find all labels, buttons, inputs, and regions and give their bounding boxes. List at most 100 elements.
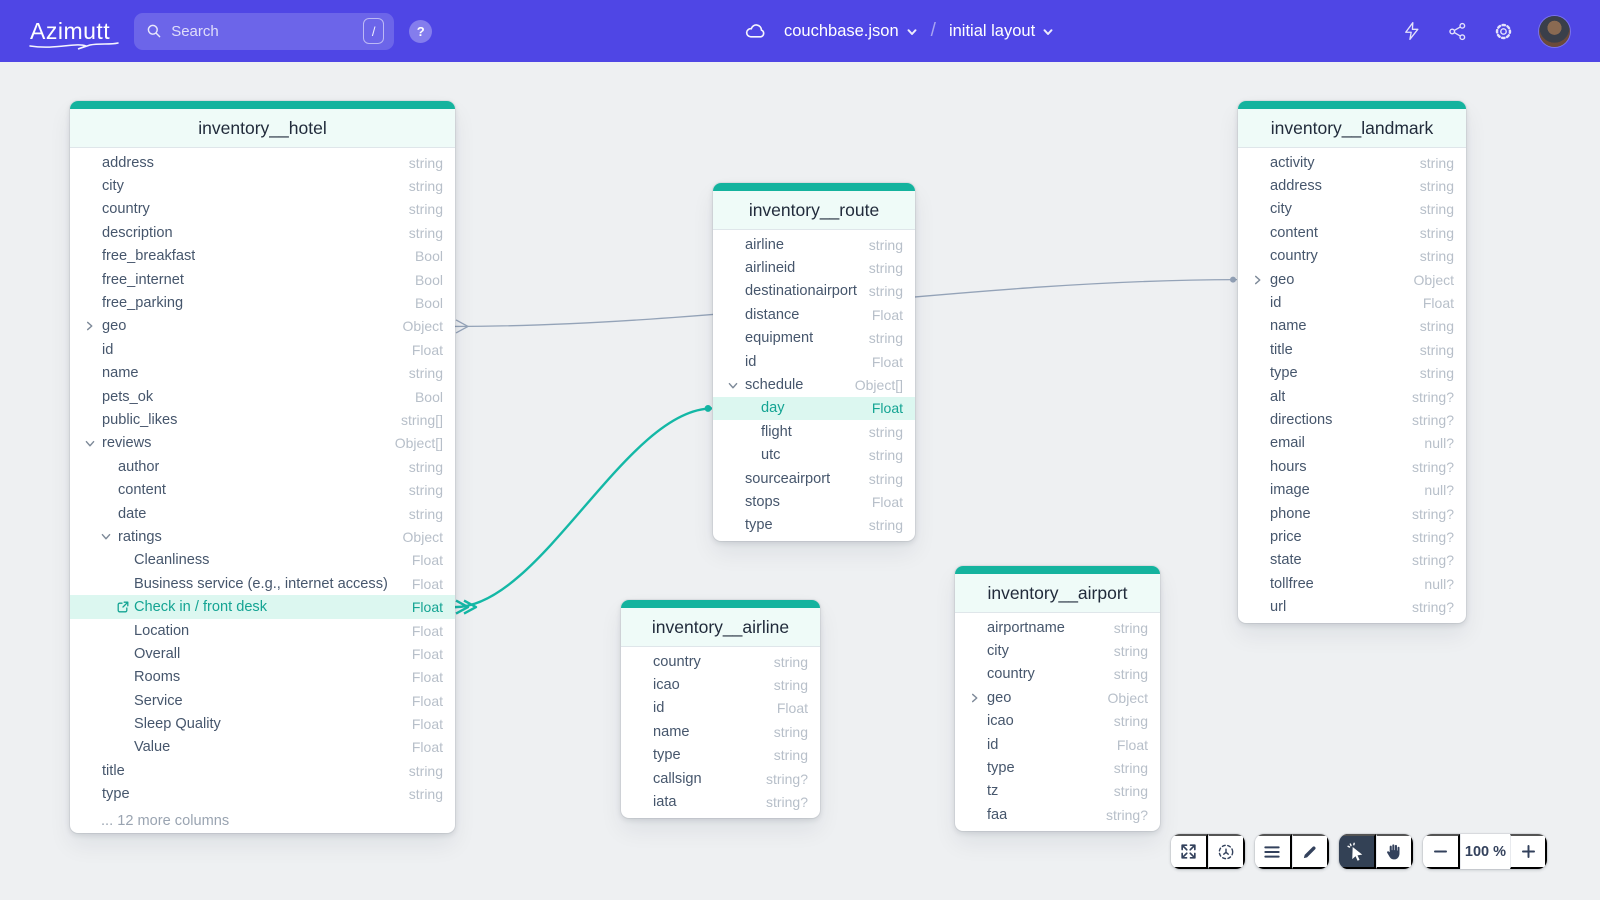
- table-column-row[interactable]: distance Float: [713, 303, 915, 326]
- table-card-inventory__airport[interactable]: inventory__airport airportname string ci…: [955, 566, 1160, 831]
- table-column-row[interactable]: city string: [1238, 198, 1466, 221]
- table-column-row[interactable]: country string: [621, 650, 820, 673]
- table-column-row[interactable]: Business service (e.g., internet access)…: [70, 572, 455, 595]
- table-column-row[interactable]: type string: [955, 756, 1160, 779]
- table-column-row[interactable]: type string: [70, 783, 455, 806]
- user-avatar[interactable]: [1539, 16, 1570, 47]
- table-column-row[interactable]: ratings Object: [70, 525, 455, 548]
- table-column-row[interactable]: name string: [1238, 315, 1466, 338]
- table-column-row[interactable]: email null?: [1238, 432, 1466, 455]
- search-input[interactable]: Search /: [134, 13, 394, 50]
- table-column-row[interactable]: hours string?: [1238, 455, 1466, 478]
- table-column-row[interactable]: Check in / front desk Float: [70, 595, 455, 618]
- table-column-row[interactable]: name string: [621, 720, 820, 743]
- table-card-inventory__hotel[interactable]: inventory__hotel address string city str…: [70, 101, 455, 833]
- table-header[interactable]: inventory__hotel: [70, 109, 455, 148]
- table-column-row[interactable]: type string: [713, 514, 915, 537]
- share-button[interactable]: [1447, 21, 1468, 42]
- edit-button[interactable]: [1292, 834, 1329, 869]
- table-header[interactable]: inventory__airline: [621, 608, 820, 647]
- table-column-row[interactable]: content string: [1238, 221, 1466, 244]
- table-column-row[interactable]: type string: [621, 744, 820, 767]
- table-column-row[interactable]: Location Float: [70, 619, 455, 642]
- table-column-row[interactable]: public_likes string[]: [70, 408, 455, 431]
- table-column-row[interactable]: iata string?: [621, 790, 820, 813]
- table-column-row[interactable]: utc string: [713, 444, 915, 467]
- table-column-row[interactable]: id Float: [955, 733, 1160, 756]
- table-column-row[interactable]: tollfree null?: [1238, 572, 1466, 595]
- more-columns-link[interactable]: ... 12 more columns: [70, 810, 455, 833]
- table-column-row[interactable]: directions string?: [1238, 408, 1466, 431]
- table-column-row[interactable]: airportname string: [955, 616, 1160, 639]
- table-column-row[interactable]: Cleanliness Float: [70, 549, 455, 572]
- table-column-row[interactable]: stops Float: [713, 490, 915, 513]
- tables-list-button[interactable]: [1255, 834, 1292, 869]
- table-column-row[interactable]: address string: [1238, 174, 1466, 197]
- table-column-row[interactable]: Value Float: [70, 736, 455, 759]
- table-column-row[interactable]: Rooms Float: [70, 666, 455, 689]
- table-column-row[interactable]: content string: [70, 478, 455, 501]
- table-column-row[interactable]: phone string?: [1238, 502, 1466, 525]
- table-header[interactable]: inventory__route: [713, 191, 915, 230]
- select-tool-button[interactable]: [1339, 834, 1376, 869]
- table-column-row[interactable]: title string: [1238, 338, 1466, 361]
- table-column-row[interactable]: Sleep Quality Float: [70, 712, 455, 735]
- table-column-row[interactable]: image null?: [1238, 478, 1466, 501]
- table-column-row[interactable]: Service Float: [70, 689, 455, 712]
- table-column-row[interactable]: tz string: [955, 780, 1160, 803]
- table-column-row[interactable]: date string: [70, 502, 455, 525]
- table-column-row[interactable]: name string: [70, 362, 455, 385]
- table-header[interactable]: inventory__airport: [955, 574, 1160, 613]
- table-column-row[interactable]: city string: [955, 639, 1160, 662]
- table-column-row[interactable]: address string: [70, 151, 455, 174]
- zoom-in-button[interactable]: [1510, 834, 1547, 869]
- table-column-row[interactable]: id Float: [713, 350, 915, 373]
- table-column-row[interactable]: icao string: [621, 673, 820, 696]
- table-column-row[interactable]: pets_ok Bool: [70, 385, 455, 408]
- table-column-row[interactable]: free_breakfast Bool: [70, 245, 455, 268]
- table-card-inventory__airline[interactable]: inventory__airline country string icao s…: [621, 600, 820, 818]
- table-column-row[interactable]: geo Object: [1238, 268, 1466, 291]
- project-dropdown[interactable]: couchbase.json: [784, 22, 918, 41]
- zoom-out-button[interactable]: [1423, 834, 1460, 869]
- table-column-row[interactable]: country string: [70, 198, 455, 221]
- table-column-row[interactable]: country string: [955, 663, 1160, 686]
- layout-dropdown[interactable]: initial layout: [949, 22, 1054, 41]
- table-column-row[interactable]: author string: [70, 455, 455, 478]
- table-card-inventory__route[interactable]: inventory__route airline string airlinei…: [713, 183, 915, 541]
- table-column-row[interactable]: sourceairport string: [713, 467, 915, 490]
- table-column-row[interactable]: day Float: [713, 397, 915, 420]
- table-column-row[interactable]: title string: [70, 759, 455, 782]
- help-button[interactable]: ?: [409, 20, 432, 43]
- fullscreen-button[interactable]: [1171, 834, 1208, 869]
- table-column-row[interactable]: airlineid string: [713, 256, 915, 279]
- settings-button[interactable]: [1493, 21, 1514, 42]
- table-column-row[interactable]: Overall Float: [70, 642, 455, 665]
- table-card-inventory__landmark[interactable]: inventory__landmark activity string addr…: [1238, 101, 1466, 623]
- table-column-row[interactable]: airline string: [713, 233, 915, 256]
- table-column-row[interactable]: geo Object: [70, 315, 455, 338]
- table-column-row[interactable]: price string?: [1238, 525, 1466, 548]
- table-column-row[interactable]: geo Object: [955, 686, 1160, 709]
- table-column-row[interactable]: country string: [1238, 245, 1466, 268]
- pan-tool-button[interactable]: [1376, 834, 1413, 869]
- table-column-row[interactable]: type string: [1238, 362, 1466, 385]
- table-column-row[interactable]: destinationairport string: [713, 280, 915, 303]
- table-column-row[interactable]: faa string?: [955, 803, 1160, 826]
- app-logo[interactable]: Azimutt: [30, 18, 110, 45]
- table-column-row[interactable]: icao string: [955, 710, 1160, 733]
- table-column-row[interactable]: city string: [70, 174, 455, 197]
- table-column-row[interactable]: id Float: [1238, 291, 1466, 314]
- diagram-canvas[interactable]: inventory__hotel address string city str…: [0, 0, 1600, 900]
- table-column-row[interactable]: schedule Object[]: [713, 373, 915, 396]
- table-column-row[interactable]: alt string?: [1238, 385, 1466, 408]
- auto-layout-button[interactable]: [1208, 834, 1245, 869]
- table-column-row[interactable]: id Float: [621, 697, 820, 720]
- table-column-row[interactable]: url string?: [1238, 595, 1466, 618]
- table-column-row[interactable]: free_internet Bool: [70, 268, 455, 291]
- table-column-row[interactable]: free_parking Bool: [70, 291, 455, 314]
- table-column-row[interactable]: flight string: [713, 420, 915, 443]
- table-column-row[interactable]: activity string: [1238, 151, 1466, 174]
- table-column-row[interactable]: reviews Object[]: [70, 432, 455, 455]
- table-column-row[interactable]: callsign string?: [621, 767, 820, 790]
